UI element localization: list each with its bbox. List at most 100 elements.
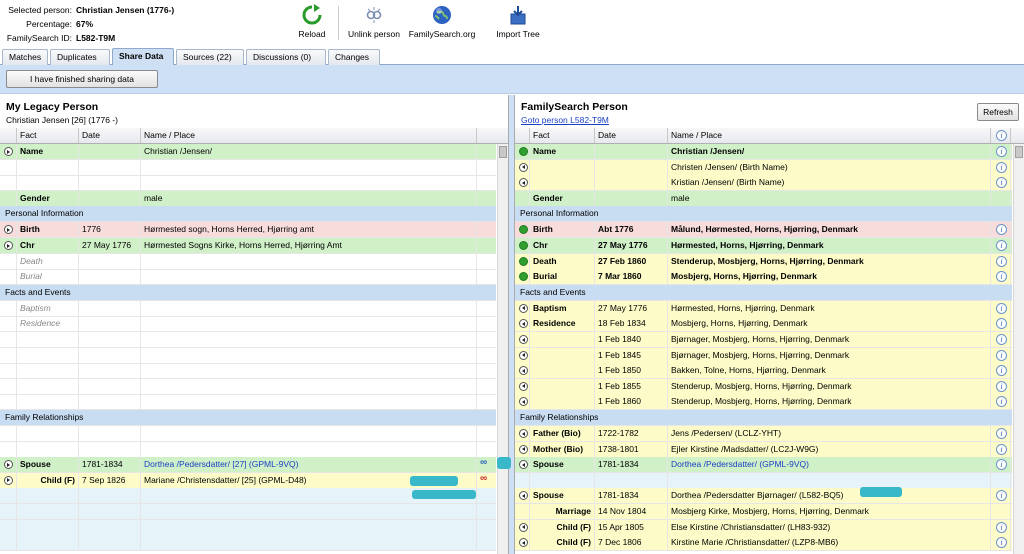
grid-row[interactable] — [0, 378, 496, 395]
info-cell[interactable]: i — [991, 269, 1011, 285]
vertical-scrollbar[interactable] — [497, 144, 508, 554]
grid-row[interactable]: Kristian /Jensen/ (Birth Name) i — [515, 175, 1012, 192]
share-arrow-icon[interactable] — [519, 241, 528, 250]
grid-row[interactable] — [0, 159, 496, 176]
expand-cell[interactable] — [515, 519, 530, 535]
info-icon[interactable]: i — [996, 428, 1007, 439]
grid-row[interactable]: Father (Bio) 1722-1782 Jens /Pedersen/ (LC… — [515, 426, 1012, 442]
share-arrow-icon[interactable] — [519, 444, 528, 454]
grid-row[interactable]: Spouse 1781-1834 Dorthea /Pedersdatter/ [2… — [0, 457, 496, 474]
goto-person-link[interactable]: Goto person L582-T9M — [521, 115, 609, 125]
expand-arrow-icon[interactable] — [4, 147, 13, 156]
info-icon[interactable]: i — [996, 521, 1007, 533]
tab-discussions[interactable]: Discussions (0) — [246, 49, 326, 65]
info-icon[interactable]: i — [996, 537, 1007, 549]
name-place-cell[interactable]: Dorthea /Pedersdatter/ [27] (GPML-9VQ) — [141, 457, 477, 473]
grid-row[interactable]: 1 Feb 1840 Bjørnager, Mosbjerg, Horns, Hj… — [515, 332, 1012, 348]
share-arrow-icon[interactable] — [519, 429, 528, 438]
info-icon[interactable]: i — [996, 255, 1007, 267]
info-cell[interactable]: i — [991, 535, 1011, 551]
expand-cell[interactable] — [515, 378, 530, 394]
expand-cell[interactable] — [515, 363, 530, 379]
grid-row[interactable] — [0, 426, 496, 442]
grid-row[interactable] — [0, 332, 496, 348]
grid-row[interactable]: Child (F) 7 Dec 1806 Kirstine Marie /Chris… — [515, 535, 1012, 552]
info-cell[interactable]: i — [991, 519, 1011, 535]
info-icon[interactable]: i — [996, 177, 1007, 189]
grid-row[interactable]: Burial 7 Mar 1860 Mosbjerg, Horns, Hjørrin… — [515, 269, 1012, 286]
grid-row[interactable] — [0, 519, 496, 536]
finished-sharing-button[interactable]: I have finished sharing data — [6, 70, 158, 88]
expand-arrow-icon[interactable] — [4, 460, 13, 470]
expand-cell[interactable] — [515, 316, 530, 332]
share-arrow-icon[interactable] — [519, 225, 528, 235]
import-tree-button[interactable]: Import Tree — [492, 4, 544, 39]
expand-cell[interactable] — [515, 238, 530, 253]
info-icon[interactable]: i — [996, 318, 1007, 330]
tab-sources[interactable]: Sources (22) — [176, 49, 244, 65]
grid-row[interactable] — [0, 394, 496, 411]
info-icon[interactable]: i — [996, 396, 1007, 408]
info-icon[interactable]: i — [996, 161, 1007, 173]
share-arrow-icon[interactable] — [519, 335, 528, 344]
grid-row[interactable]: Death — [0, 253, 496, 270]
grid-row[interactable]: Gender male — [0, 190, 496, 207]
share-arrow-icon[interactable] — [519, 162, 528, 172]
expand-arrow-icon[interactable] — [4, 225, 13, 235]
grid-row[interactable]: Baptism 27 May 1776 Hørmested, Horns, Hjør… — [515, 300, 1012, 317]
reload-button[interactable]: Reload — [296, 4, 328, 39]
grid-row[interactable] — [0, 441, 496, 458]
info-cell[interactable]: i — [991, 332, 1011, 347]
info-icon[interactable]: i — [996, 271, 1007, 283]
tab-duplicates[interactable]: Duplicates — [50, 49, 110, 65]
grid-row[interactable]: Child (F) 15 Apr 1805 Else Kirstine /Chris… — [515, 519, 1012, 536]
info-cell[interactable]: i — [991, 441, 1011, 457]
grid-row[interactable]: Chr 27 May 1776 Hørmested Sogns Kirke, Hor… — [0, 238, 496, 254]
info-icon[interactable]: i — [996, 380, 1007, 392]
expand-cell[interactable] — [0, 457, 17, 473]
grid-row[interactable]: Birth Abt 1776 Målund, Hørmested, Horns, H… — [515, 222, 1012, 239]
share-arrow-icon[interactable] — [519, 522, 528, 532]
vertical-scrollbar[interactable] — [1013, 144, 1024, 554]
column-header[interactable]: Date — [595, 128, 668, 143]
expand-cell[interactable] — [515, 159, 530, 175]
grid-row[interactable] — [0, 504, 496, 520]
info-icon[interactable]: i — [996, 224, 1007, 236]
expand-cell[interactable] — [515, 222, 530, 238]
grid-row[interactable] — [0, 175, 496, 192]
share-arrow-icon[interactable] — [519, 319, 528, 329]
expand-cell[interactable] — [515, 441, 530, 457]
expand-cell[interactable] — [0, 472, 17, 488]
expand-cell[interactable] — [515, 175, 530, 191]
expand-arrow-icon[interactable] — [4, 241, 13, 250]
expand-cell[interactable] — [515, 426, 530, 441]
column-header[interactable] — [0, 128, 17, 143]
grid-row[interactable]: Mother (Bio) 1738-1801 Ejler Kirstine /Mad… — [515, 441, 1012, 458]
grid-row[interactable]: Residence 18 Feb 1834 Mosbjerg, Horns, Hjø… — [515, 316, 1012, 333]
info-icon[interactable]: i — [996, 443, 1007, 455]
column-header[interactable]: Name / Place — [141, 128, 477, 143]
expand-cell[interactable] — [0, 222, 17, 238]
share-arrow-icon[interactable] — [519, 366, 528, 376]
info-icon[interactable]: i — [996, 146, 1007, 157]
expand-cell[interactable] — [0, 238, 17, 253]
info-icon[interactable]: i — [996, 334, 1007, 345]
info-icon[interactable]: i — [996, 490, 1007, 502]
tab-share-data[interactable]: Share Data — [112, 48, 174, 66]
grid-row[interactable]: 1 Feb 1855 Stenderup, Mosbjerg, Horns, Hj… — [515, 378, 1012, 395]
info-cell[interactable]: i — [991, 394, 1011, 410]
grid-row[interactable] — [0, 363, 496, 380]
info-cell[interactable]: i — [991, 347, 1011, 363]
link-icon[interactable]: ∞ — [480, 473, 487, 484]
info-cell[interactable]: i — [991, 457, 1011, 473]
share-arrow-icon[interactable] — [519, 272, 528, 282]
share-arrow-icon[interactable] — [519, 491, 528, 501]
grid-row[interactable]: Residence — [0, 316, 496, 333]
share-arrow-icon[interactable] — [519, 538, 528, 548]
expand-cell[interactable] — [515, 488, 530, 504]
info-cell[interactable]: i — [991, 159, 1011, 175]
expand-cell[interactable] — [515, 253, 530, 269]
share-arrow-icon[interactable] — [519, 397, 528, 407]
column-header[interactable]: Name / Place — [668, 128, 991, 143]
expand-cell[interactable] — [515, 269, 530, 285]
